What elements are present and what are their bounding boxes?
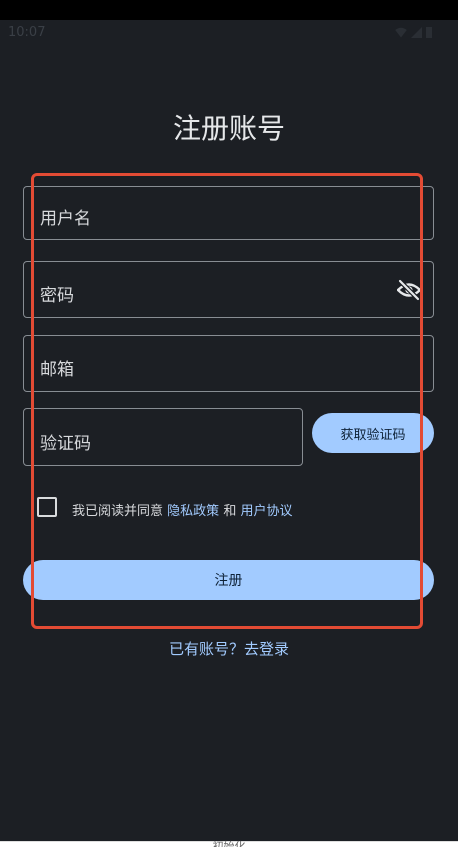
bottom-strip-text: 初始化 bbox=[212, 840, 246, 847]
password-field[interactable]: 密码 bbox=[23, 261, 434, 318]
visibility-off-icon[interactable] bbox=[397, 278, 421, 302]
register-button[interactable]: 注册 bbox=[23, 560, 434, 600]
username-field[interactable]: 用户名 bbox=[23, 186, 434, 240]
user-agreement-link[interactable]: 用户协议 bbox=[240, 504, 292, 519]
verification-code-field[interactable]: 验证码 bbox=[23, 408, 303, 466]
password-label: 密码 bbox=[40, 286, 74, 306]
and-text: 和 bbox=[223, 504, 237, 519]
get-code-button[interactable]: 获取验证码 bbox=[312, 413, 434, 453]
status-bar: 10:07 bbox=[0, 20, 458, 44]
go-login-link[interactable]: 已有账号？去登录 bbox=[0, 638, 458, 659]
wifi-icon bbox=[395, 27, 407, 38]
privacy-policy-link[interactable]: 隐私政策 bbox=[167, 504, 219, 519]
page-title: 注册账号 bbox=[172, 112, 285, 145]
email-field[interactable]: 邮箱 bbox=[23, 335, 434, 392]
username-label: 用户名 bbox=[40, 209, 91, 229]
status-icons bbox=[395, 27, 432, 38]
agreement-text: 我已阅读并同意 隐私政策 和 用户协议 bbox=[72, 500, 292, 519]
agree-checkbox[interactable] bbox=[37, 497, 57, 517]
top-black-bar bbox=[0, 0, 458, 20]
battery-icon bbox=[426, 27, 432, 38]
signal-icon bbox=[411, 27, 422, 38]
status-time: 10:07 bbox=[8, 25, 46, 40]
verification-code-label: 验证码 bbox=[40, 434, 91, 454]
bottom-strip: 初始化 bbox=[0, 840, 458, 866]
agree-prefix: 我已阅读并同意 bbox=[72, 504, 164, 519]
email-label: 邮箱 bbox=[40, 360, 74, 380]
